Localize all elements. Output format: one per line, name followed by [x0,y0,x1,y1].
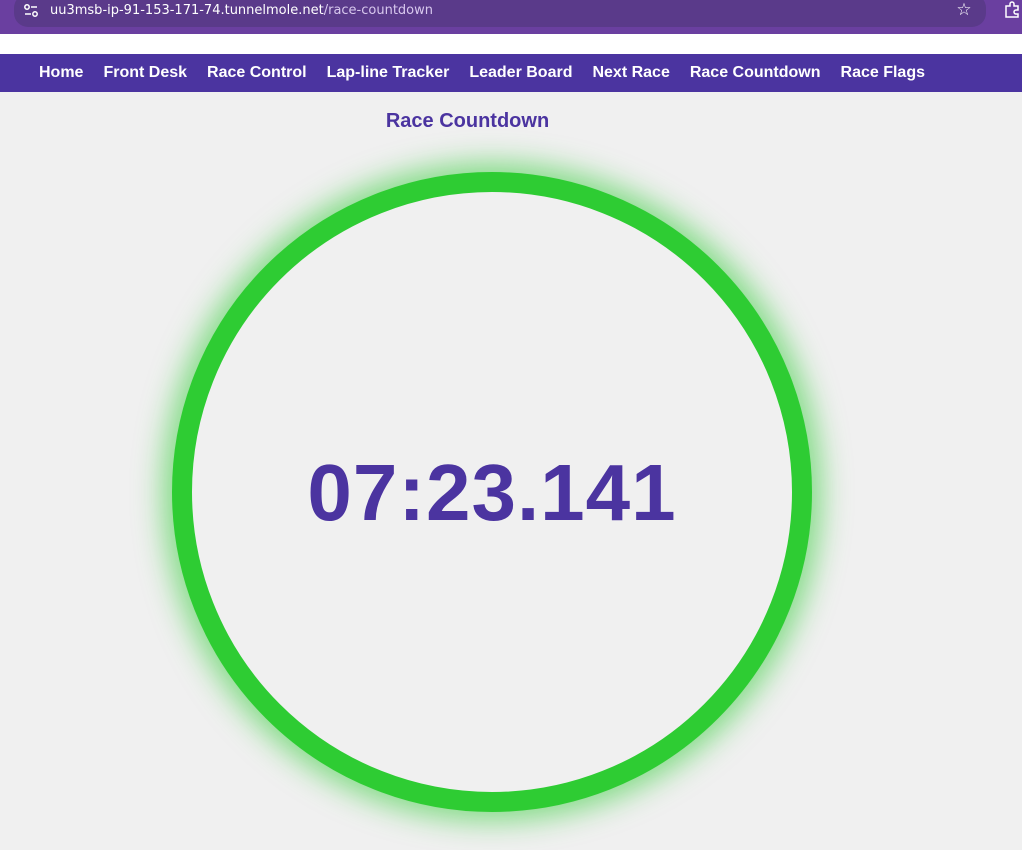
browser-spacer [0,34,1022,54]
url-host: uu3msb-ip-91-153-171-74.tunnelmole.net [50,3,324,18]
nav-front-desk[interactable]: Front Desk [93,64,197,82]
puzzle-icon[interactable] [1004,1,1022,19]
nav-race-flags[interactable]: Race Flags [831,64,935,82]
url-path: /race-countdown [323,3,433,18]
countdown-ring: 07:23.141 [172,172,812,812]
nav-lap-line-tracker[interactable]: Lap-line Tracker [317,64,460,82]
countdown-timer: 07:23.141 [307,448,677,537]
page-title: Race Countdown [385,110,550,132]
main-nav: Home Front Desk Race Control Lap-line Tr… [0,54,1022,92]
nav-home[interactable]: Home [29,64,93,82]
tune-icon[interactable] [22,2,40,20]
nav-leader-board[interactable]: Leader Board [459,64,582,82]
nav-next-race[interactable]: Next Race [582,64,679,82]
nav-race-countdown[interactable]: Race Countdown [680,64,831,82]
nav-race-control[interactable]: Race Control [197,64,317,82]
star-icon[interactable]: ☆ [954,0,974,20]
url-text[interactable]: uu3msb-ip-91-153-171-74.tunnelmole.net/r… [50,3,433,18]
browser-toolbar: uu3msb-ip-91-153-171-74.tunnelmole.net/r… [0,0,1022,34]
